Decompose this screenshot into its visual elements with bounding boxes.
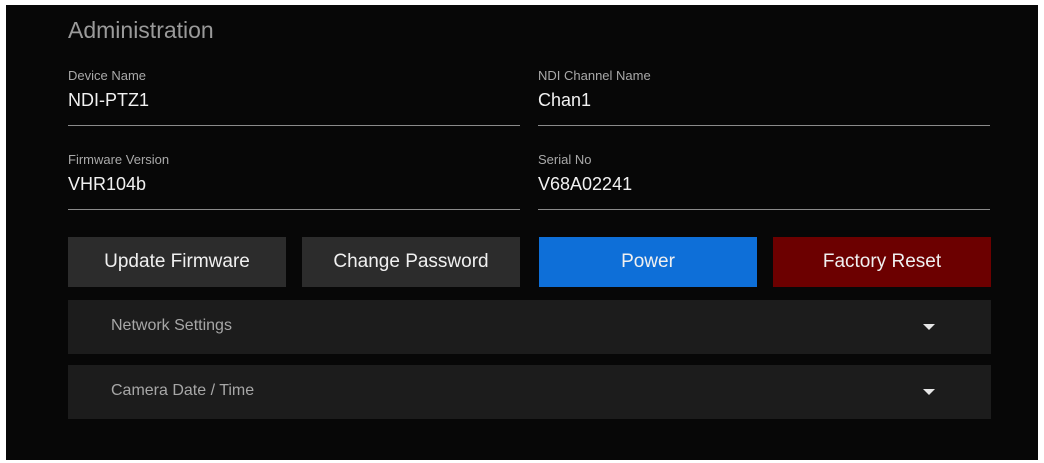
ndi-channel-name-value[interactable]: Chan1	[538, 90, 591, 111]
camera-date-time-accordion[interactable]: Camera Date / Time	[68, 365, 991, 419]
network-settings-accordion[interactable]: Network Settings	[68, 300, 991, 354]
serial-no-field: Serial No V68A02241	[538, 152, 990, 210]
device-name-value[interactable]: NDI-PTZ1	[68, 90, 149, 111]
ndi-channel-name-label: NDI Channel Name	[538, 68, 651, 83]
change-password-button[interactable]: Change Password	[302, 237, 520, 287]
camera-date-time-label: Camera Date / Time	[111, 382, 255, 399]
network-settings-label: Network Settings	[111, 317, 232, 334]
chevron-down-icon[interactable]	[923, 324, 935, 330]
firmware-version-value: VHR104b	[68, 174, 147, 194]
administration-panel: Administration Device Name NDI-PTZ1 NDI …	[6, 5, 1038, 460]
update-firmware-button[interactable]: Update Firmware	[68, 237, 286, 287]
firmware-version-field: Firmware Version VHR104b	[68, 152, 520, 210]
chevron-down-icon[interactable]	[923, 389, 935, 395]
device-name-field[interactable]: Device Name NDI-PTZ1	[68, 68, 520, 126]
serial-no-label: Serial No	[538, 152, 592, 167]
serial-no-value: V68A02241	[538, 174, 633, 194]
ndi-channel-name-field[interactable]: NDI Channel Name Chan1	[538, 68, 990, 126]
factory-reset-button[interactable]: Factory Reset	[773, 237, 991, 287]
power-button[interactable]: Power	[539, 237, 757, 287]
section-title: Administration	[68, 17, 214, 43]
device-name-label: Device Name	[68, 68, 147, 83]
firmware-version-label: Firmware Version	[68, 152, 170, 167]
